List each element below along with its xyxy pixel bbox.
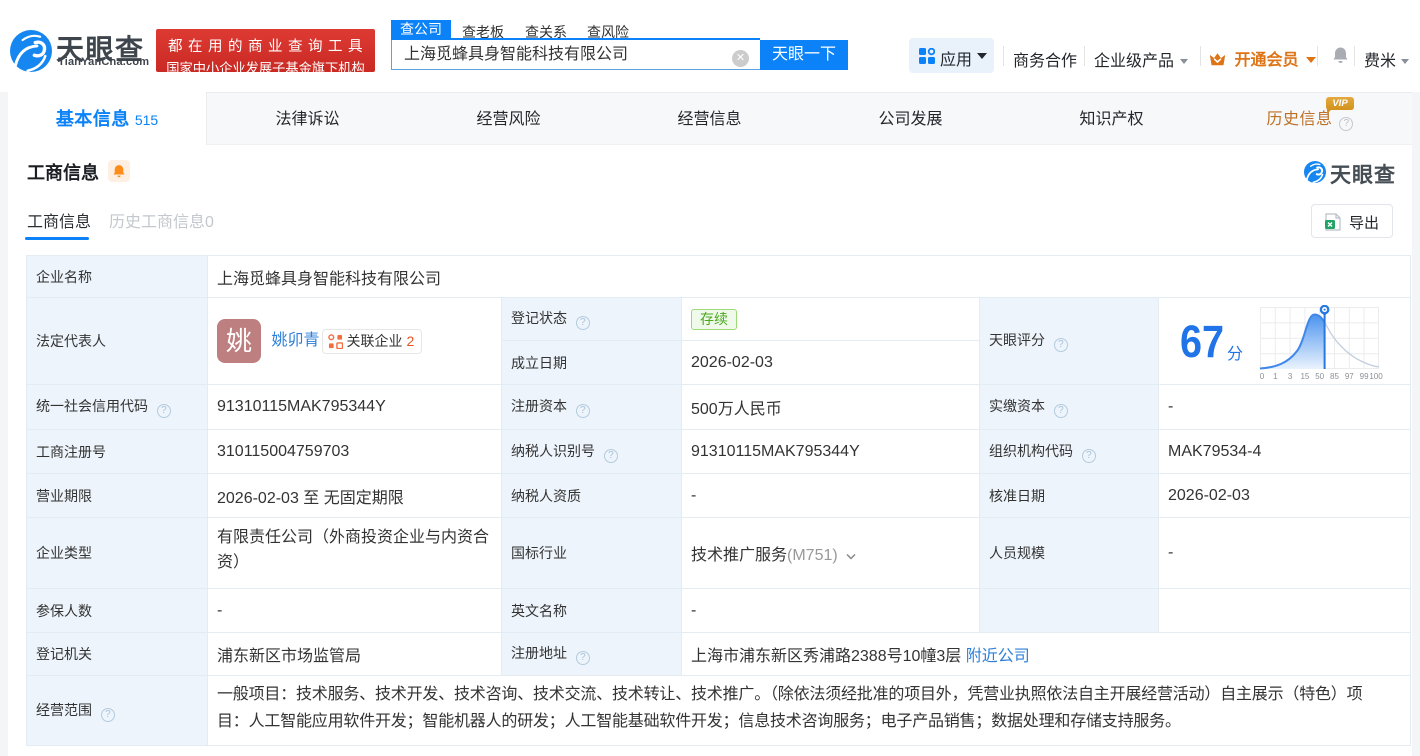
svg-text:100: 100 <box>1369 372 1383 381</box>
svg-text:15: 15 <box>1300 372 1309 381</box>
svg-text:1: 1 <box>1273 372 1278 381</box>
svg-text:50: 50 <box>1315 372 1324 381</box>
svg-text:97: 97 <box>1345 372 1354 381</box>
svg-text:0: 0 <box>1260 372 1265 381</box>
svg-text:3: 3 <box>1288 372 1293 381</box>
svg-text:99: 99 <box>1360 372 1369 381</box>
svg-text:85: 85 <box>1330 372 1339 381</box>
